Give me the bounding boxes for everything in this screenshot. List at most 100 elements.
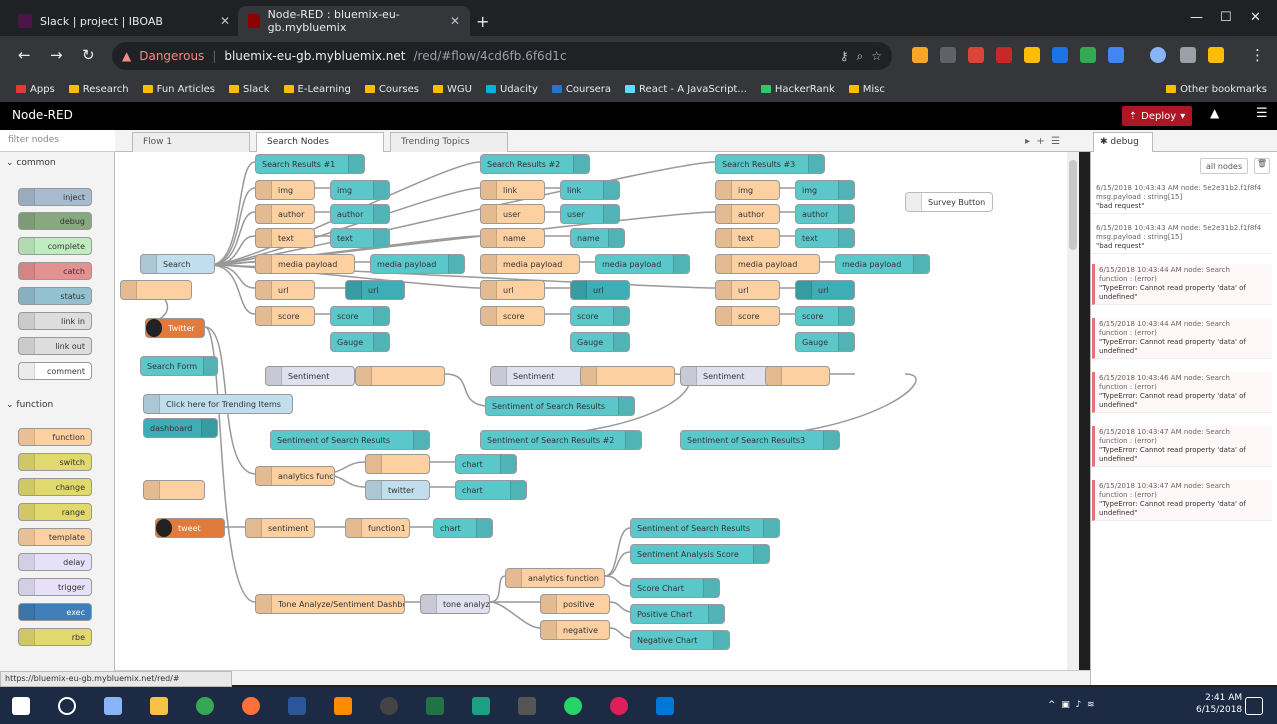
node-dash-url[interactable]: url	[345, 280, 405, 300]
bookmark-react[interactable]: React - A JavaScript...	[625, 84, 747, 95]
node-sentiment-results-2[interactable]: Sentiment of Search Results #2	[480, 430, 642, 450]
node-function-chart-a[interactable]	[365, 454, 430, 474]
notification-icon[interactable]	[1245, 697, 1263, 715]
node-function-misc[interactable]	[143, 480, 205, 500]
node-tone-dashboard[interactable]: Tone Analyze/Sentiment Dashboard	[255, 594, 405, 614]
node-dash-img[interactable]: img	[330, 180, 390, 200]
extension-icon[interactable]	[1024, 47, 1040, 63]
node-dash-url-3[interactable]: url	[795, 280, 855, 300]
excel-icon[interactable]	[426, 697, 444, 715]
extension-icon[interactable]	[1208, 47, 1224, 63]
vlc-icon[interactable]	[334, 697, 352, 715]
reload-icon[interactable]: ↻	[82, 46, 95, 64]
maximize-icon[interactable]: ☐	[1220, 10, 1232, 25]
node-function-url-3[interactable]: url	[715, 280, 780, 300]
node-function-link[interactable]: link	[480, 180, 545, 200]
node-function-media-payload-2[interactable]: media payload	[480, 254, 580, 274]
new-tab-button[interactable]: +	[476, 12, 489, 31]
node-score-chart[interactable]: Score Chart	[630, 578, 720, 598]
node-dash-media-payload[interactable]: media payload	[370, 254, 465, 274]
palette-node-link-out[interactable]: link out	[18, 337, 92, 355]
node-search-results-2[interactable]: Search Results #2	[480, 154, 590, 174]
bookmark-apps[interactable]: Apps	[16, 84, 55, 95]
node-click-trending[interactable]: Click here for Trending Items	[143, 394, 293, 414]
task-view-icon[interactable]	[104, 697, 122, 715]
debug-message[interactable]: 6/15/2018 10:43:47 AM node: Search funct…	[1092, 426, 1272, 467]
node-sentiment-analysis-score[interactable]: Sentiment Analysis Score	[630, 544, 770, 564]
node-function-chart-b[interactable]: function1	[345, 518, 410, 538]
palette-node-change[interactable]: change	[18, 478, 92, 496]
palette-node-complete[interactable]: complete	[18, 237, 92, 255]
palette-category-common[interactable]: ⌄ common	[6, 158, 56, 168]
forward-icon[interactable]: →	[50, 46, 63, 64]
node-tone-analyzer[interactable]: tone analyzer	[420, 594, 490, 614]
bookmark-courses[interactable]: Courses	[364, 84, 419, 95]
node-sentiment-results-1[interactable]: Sentiment of Search Results	[270, 430, 430, 450]
extension-icon[interactable]	[1052, 47, 1068, 63]
node-sentiment-results-a[interactable]: Sentiment of Search Results	[485, 396, 635, 416]
node-function-sentiment-tweet[interactable]: sentiment	[245, 518, 315, 538]
browser-tab-nodered[interactable]: Node-RED : bluemix-eu-gb.mybluemix ✕	[238, 6, 470, 36]
palette-node-link-in[interactable]: link in	[18, 312, 92, 330]
palette-search-input[interactable]: filter nodes	[0, 130, 115, 152]
windows-start-icon[interactable]	[12, 697, 30, 715]
node-function-sentiment-2[interactable]	[580, 366, 675, 386]
tab-search-nodes[interactable]: Search Nodes	[256, 132, 384, 152]
bookmark-other[interactable]: Other bookmarks	[1166, 84, 1267, 95]
media-player-icon[interactable]	[518, 697, 536, 715]
browser-tab-slack[interactable]: Slack | project | IBOAB ✕	[8, 6, 240, 36]
palette-node-inject[interactable]: inject	[18, 188, 92, 206]
node-function-analytics[interactable]: analytics function	[255, 466, 335, 486]
debug-message[interactable]: 6/15/2018 10:43:44 AM node: Search funct…	[1092, 264, 1272, 305]
node-dash-author-3[interactable]: author	[795, 204, 855, 224]
node-twitter-in-2[interactable]: tweet	[155, 518, 225, 538]
debug-message[interactable]: 6/15/2018 10:43:46 AM node: Search funct…	[1092, 372, 1272, 413]
node-function-analyze[interactable]: analytics function	[505, 568, 605, 588]
address-bar[interactable]: ▲ Dangerous | bluemix-eu-gb.mybluemix.ne…	[112, 42, 892, 70]
node-dash-url-2[interactable]: url	[570, 280, 630, 300]
extension-icon[interactable]	[1108, 47, 1124, 63]
profile-avatar-icon[interactable]	[1150, 47, 1166, 63]
extension-icon[interactable]	[912, 47, 928, 63]
tab-flow-1[interactable]: Flow 1	[132, 132, 250, 152]
node-function-author[interactable]: author	[255, 204, 315, 224]
node-function-score-2[interactable]: score	[480, 306, 545, 326]
zoom-icon[interactable]: ⌕	[857, 49, 864, 64]
user-icon[interactable]: ▲	[1210, 106, 1219, 120]
workspace-scrollbar[interactable]	[1067, 152, 1079, 670]
node-sentiment-results-3[interactable]: Sentiment of Search Results3	[680, 430, 840, 450]
node-function-author-3[interactable]: author	[715, 204, 780, 224]
clock[interactable]: 2:41 AM 6/15/2018	[1196, 692, 1242, 716]
node-negative-chart[interactable]: Negative Chart	[630, 630, 730, 650]
node-chart-3[interactable]: chart	[433, 518, 493, 538]
node-function-user[interactable]: user	[480, 204, 545, 224]
node-dash-link[interactable]: link	[560, 180, 620, 200]
extension-icon[interactable]	[1080, 47, 1096, 63]
node-function-search[interactable]	[120, 280, 192, 300]
node-function-sentiment-3[interactable]	[765, 366, 830, 386]
debug-filter-button[interactable]: all nodes	[1200, 158, 1248, 174]
palette-node-status[interactable]: status	[18, 287, 92, 305]
node-twitter-out[interactable]: twitter	[365, 480, 430, 500]
bookmark-misc[interactable]: Misc	[848, 84, 885, 95]
node-function-name[interactable]: name	[480, 228, 545, 248]
palette-node-trigger[interactable]: trigger	[18, 578, 92, 596]
node-dash-text-3[interactable]: text	[795, 228, 855, 248]
node-twitter-in[interactable]: Twitter	[145, 318, 205, 338]
debug-message[interactable]: 6/15/2018 10:43:43 AM node: 5e2e31b2.f1f…	[1092, 222, 1272, 254]
bookmark-elearning[interactable]: E-Learning	[283, 84, 351, 95]
app-icon[interactable]	[380, 697, 398, 715]
node-function-img[interactable]: img	[255, 180, 315, 200]
close-icon[interactable]: ✕	[220, 14, 230, 28]
file-explorer-icon[interactable]	[150, 697, 168, 715]
palette-node-function[interactable]: function	[18, 428, 92, 446]
node-search-form[interactable]: Search Form	[140, 356, 218, 376]
node-dash-name[interactable]: name	[570, 228, 625, 248]
scrollbar-thumb[interactable]	[1069, 160, 1077, 250]
bookmark-wgu[interactable]: WGU	[433, 84, 472, 95]
system-tray[interactable]: ^ ▣ ♪ ≋	[1048, 700, 1095, 710]
word-icon[interactable]	[288, 697, 306, 715]
palette-node-template[interactable]: template	[18, 528, 92, 546]
chrome-icon[interactable]	[196, 697, 214, 715]
palette-category-function[interactable]: ⌄ function	[6, 400, 53, 410]
